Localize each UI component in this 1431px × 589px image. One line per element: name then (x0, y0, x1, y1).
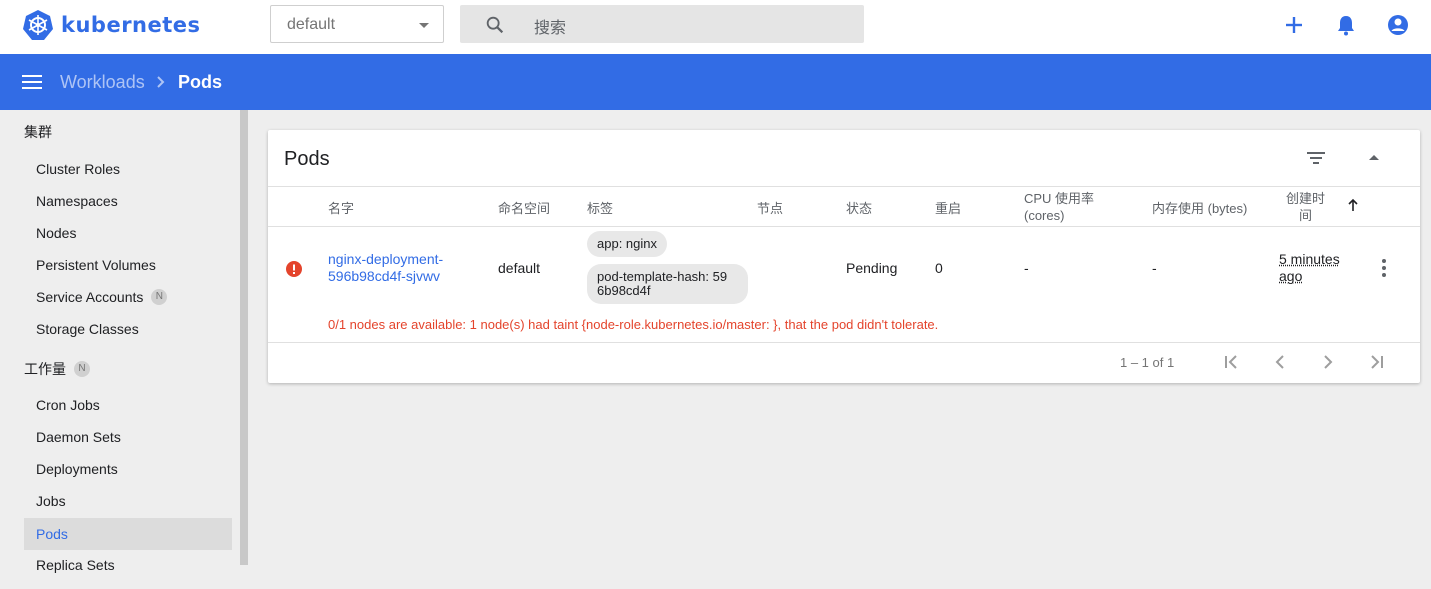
column-header-cpu-line2: (cores) (1024, 208, 1065, 223)
add-icon[interactable] (1281, 12, 1307, 38)
pod-created-age: 5 minutes ago (1279, 251, 1340, 285)
pod-restarts: 0 (935, 260, 943, 276)
pod-status: Pending (846, 260, 898, 276)
sidebar-item-nodes[interactable]: Nodes (24, 217, 232, 249)
namespaced-badge: N (74, 361, 90, 377)
pod-name-link[interactable]: nginx-deployment- 596b98cd4f-sjvwv (328, 251, 443, 285)
chevron-right-icon (157, 76, 165, 88)
previous-page-icon[interactable] (1270, 352, 1290, 372)
column-header-memory: 内存使用 (bytes) (1152, 201, 1248, 216)
more-vert-icon[interactable] (1380, 258, 1388, 278)
column-header-status[interactable]: 状态 (846, 200, 872, 217)
column-header-restarts[interactable]: 重启 (935, 200, 961, 217)
divider (268, 186, 1420, 187)
menu-icon[interactable] (22, 73, 42, 91)
collapse-icon[interactable] (1368, 152, 1380, 164)
label-chip: pod-template-hash: 59 6b98cd4f (587, 264, 748, 304)
sidebar-section-label: 工作量 (24, 361, 66, 377)
pod-created-line1: 5 minutes (1279, 251, 1340, 267)
sidebar-item-storage-classes[interactable]: Storage Classes (24, 313, 232, 345)
pod-created-line2: ago (1279, 268, 1303, 284)
divider (268, 342, 1420, 343)
label-chip-line1: pod-template-hash: 59 (597, 269, 728, 284)
app-bar: Workloads Pods (0, 54, 1431, 110)
sidebar-item-daemon-sets[interactable]: Daemon Sets (24, 421, 232, 453)
sidebar-section-label: 集群 (24, 124, 52, 140)
label-chip-line2: 6b98cd4f (597, 283, 651, 298)
brand-name: kubernetes (61, 13, 201, 37)
sidebar-item-namespaces[interactable]: Namespaces (24, 185, 232, 217)
label-chip: app: nginx (587, 231, 667, 257)
pagination-range: 1 – 1 of 1 (1120, 355, 1175, 370)
sort-arrow-up-icon[interactable] (1347, 198, 1359, 212)
column-header-node[interactable]: 节点 (757, 200, 783, 217)
column-header-created-line2: 间 (1299, 208, 1313, 223)
namespace-select-value: default (287, 16, 336, 33)
namespaced-badge: N (151, 289, 168, 305)
top-bar: kubernetes default 搜索 (0, 0, 1431, 54)
card-title: Pods (284, 148, 330, 170)
error-status-icon (286, 261, 302, 277)
pod-name-line2: 596b98cd4f-sjvwv (328, 268, 441, 284)
next-page-icon[interactable] (1318, 352, 1338, 372)
sidebar-item-cluster-roles[interactable]: Cluster Roles (24, 153, 232, 185)
pod-namespace: default (498, 260, 541, 276)
pod-memory: - (1152, 260, 1157, 276)
sidebar: 集群 Cluster Roles Namespaces Nodes Persis… (0, 110, 248, 589)
sidebar-item-service-accounts[interactable]: Service Accounts N (24, 281, 232, 313)
sidebar-item-persistent-volumes[interactable]: Persistent Volumes (24, 249, 232, 281)
search-placeholder: 搜索 (534, 20, 567, 37)
column-header-name[interactable]: 名字 (328, 200, 354, 217)
breadcrumb-current: Pods (178, 72, 223, 92)
breadcrumb-workloads[interactable]: Workloads (60, 72, 145, 93)
last-page-icon[interactable] (1366, 352, 1386, 372)
sidebar-item-cron-jobs[interactable]: Cron Jobs (24, 389, 232, 421)
search-bar[interactable]: 搜索 (460, 5, 864, 43)
sidebar-scrollbar[interactable] (240, 110, 248, 565)
kubernetes-wheel-icon (23, 10, 53, 40)
pod-cpu: - (1024, 260, 1029, 276)
column-header-labels: 标签 (587, 201, 614, 216)
column-header-cpu-line1: CPU 使用率 (1024, 191, 1095, 206)
column-header-cpu: CPU 使用率 (cores) (1024, 190, 1094, 224)
sidebar-section-workloads[interactable]: 工作量 N (24, 359, 90, 379)
sidebar-item-replica-sets[interactable]: Replica Sets (24, 549, 232, 581)
column-header-created-line1: 创建时 (1286, 191, 1326, 206)
namespace-select[interactable]: default (270, 5, 444, 43)
column-header-created[interactable]: 创建时 间 (1286, 190, 1325, 224)
kubernetes-logo[interactable]: kubernetes (22, 9, 201, 41)
sidebar-item-label: Service Accounts (36, 289, 144, 305)
pods-card: Pods 名字 命名空间 标签 节点 状态 重启 CPU 使用率 (cores)… (268, 130, 1420, 383)
first-page-icon[interactable] (1222, 352, 1242, 372)
column-header-namespace[interactable]: 命名空间 (498, 200, 550, 217)
notifications-icon[interactable] (1333, 12, 1359, 38)
account-icon[interactable] (1385, 12, 1411, 38)
filter-icon[interactable] (1306, 148, 1326, 168)
search-icon (486, 16, 504, 34)
divider (268, 226, 1420, 227)
pod-error-message: 0/1 nodes are available: 1 node(s) had t… (328, 317, 939, 332)
sidebar-item-deployments[interactable]: Deployments (24, 453, 232, 485)
sidebar-section-cluster: 集群 (24, 122, 52, 142)
pod-name-line1: nginx-deployment- (328, 251, 444, 267)
sidebar-item-pods[interactable]: Pods (24, 518, 232, 550)
sidebar-item-jobs[interactable]: Jobs (24, 485, 232, 517)
chevron-down-icon (419, 23, 429, 28)
